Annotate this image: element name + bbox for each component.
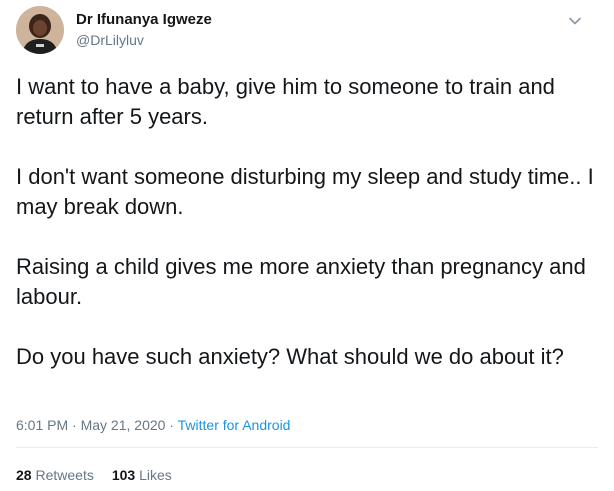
chevron-down-icon[interactable] [566, 12, 584, 30]
tweet-paragraph: I don't want someone disturbing my sleep… [16, 164, 594, 219]
likes-label: Likes [139, 467, 172, 483]
likes-count: 103 [111, 467, 136, 483]
tweet-meta: 6:01 PM · May 21, 2020 · Twitter for And… [16, 417, 290, 433]
divider [16, 447, 598, 448]
tweet-text: I want to have a baby, give him to someo… [16, 72, 596, 402]
tweet-paragraph: Raising a child gives me more anxiety th… [16, 254, 586, 309]
tweet-time[interactable]: 6:01 PM [16, 417, 68, 433]
tweet-paragraph: I want to have a baby, give him to someo… [16, 74, 555, 129]
tweet-stats: 28 Retweets 103 Likes [16, 467, 172, 483]
tweet-source-link[interactable]: Twitter for Android [178, 417, 291, 433]
tweet-paragraph: Do you have such anxiety? What should we… [16, 344, 564, 369]
tweet-date[interactable]: May 21, 2020 [81, 417, 166, 433]
retweets-stat[interactable]: 28 Retweets [16, 467, 94, 483]
tweet-card: Dr Ifunanya Igweze @DrLilyluv I want to … [0, 0, 614, 491]
profile-photo-icon [16, 6, 64, 54]
retweets-count: 28 [16, 467, 32, 483]
author-name[interactable]: Dr Ifunanya Igweze [76, 11, 212, 28]
avatar[interactable] [16, 6, 64, 54]
author-handle[interactable]: @DrLilyluv [76, 32, 144, 48]
separator: · [169, 417, 174, 433]
retweets-label: Retweets [35, 467, 94, 483]
likes-stat[interactable]: 103 Likes [112, 467, 172, 483]
separator: · [72, 417, 77, 433]
